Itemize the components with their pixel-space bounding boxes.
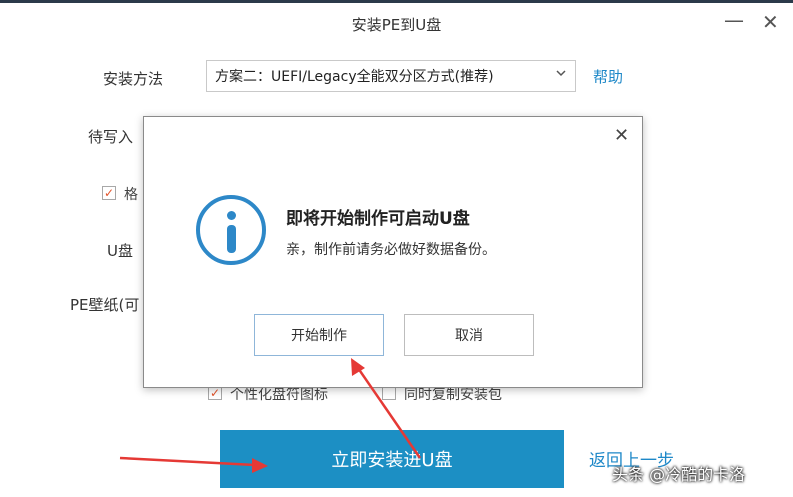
arrow-to-install-button: [119, 456, 257, 467]
arrow-to-start-button: [356, 367, 422, 459]
watermark: 头条 @冷酷的卡洛: [612, 465, 746, 484]
arrowhead-install: [252, 458, 268, 473]
annotation-arrows: [119, 358, 422, 473]
